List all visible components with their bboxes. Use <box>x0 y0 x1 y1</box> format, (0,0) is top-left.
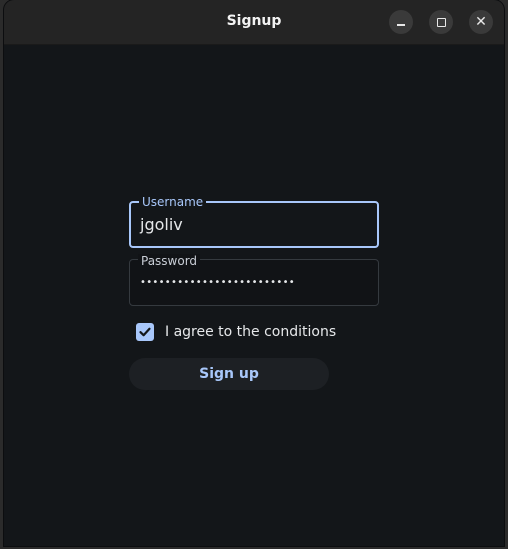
titlebar: Signup ✕ <box>4 0 504 45</box>
username-input[interactable]: jgoliv <box>140 215 183 234</box>
password-input[interactable]: ••••••••••••••••••••••••• <box>140 277 295 288</box>
signup-button[interactable]: Sign up <box>129 358 329 390</box>
signup-window: Signup ✕ Username jgoliv Password ••••••… <box>4 0 504 546</box>
password-label: Password <box>138 254 201 268</box>
password-field[interactable]: Password ••••••••••••••••••••••••• <box>129 254 379 306</box>
maximize-icon <box>436 17 446 27</box>
agree-label[interactable]: I agree to the conditions <box>165 324 336 340</box>
maximize-button[interactable] <box>429 10 453 34</box>
username-label: Username <box>139 195 207 209</box>
minimize-icon <box>397 24 405 26</box>
close-icon: ✕ <box>475 14 487 30</box>
checkmark-icon <box>139 327 151 337</box>
agree-checkbox[interactable] <box>136 323 154 341</box>
username-field[interactable]: Username jgoliv <box>129 195 379 248</box>
minimize-button[interactable] <box>389 10 413 34</box>
close-button[interactable]: ✕ <box>469 10 493 34</box>
agree-row: I agree to the conditions <box>136 323 336 341</box>
